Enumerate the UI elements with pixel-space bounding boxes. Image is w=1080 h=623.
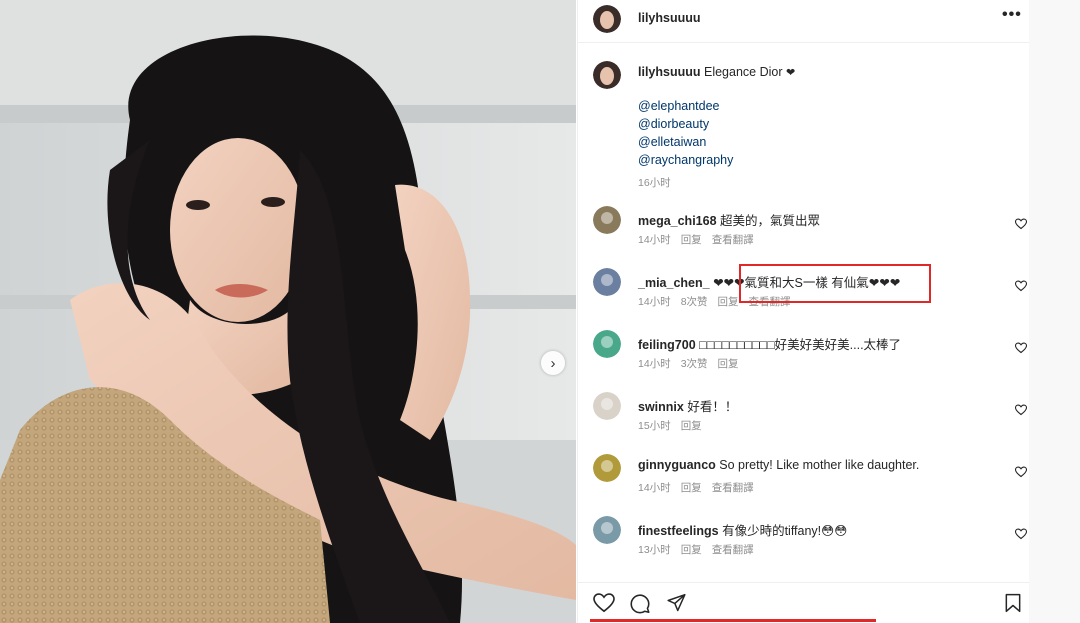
comment-meta: 14小时 回复 查看翻譯 [638, 232, 764, 247]
commenter-username[interactable]: _mia_chen_ [638, 276, 710, 290]
comment-item: ginnyguanco So pretty! Like mother like … [578, 454, 1029, 512]
post-panel: lilyhsuuuu ••• lilyhsuuuu Elegance Dior … [577, 0, 1029, 623]
commenter-avatar[interactable] [593, 268, 621, 296]
comment-item: mega_chi168 超美的，氣質出眾 14小时 回复 查看翻譯 [578, 206, 1029, 264]
comment-meta: 14小时 回复 查看翻譯 [638, 480, 764, 495]
comment-text: ❤❤❤氣質和大S一樣 有仙氣❤❤❤ [713, 276, 901, 290]
mention-link[interactable]: @elletaiwan [638, 135, 706, 149]
reply-button[interactable]: 回复 [681, 420, 702, 432]
commenter-avatar[interactable] [593, 454, 621, 482]
bookmark-icon[interactable] [1004, 593, 1022, 613]
see-translation-link[interactable]: 查看翻譯 [712, 544, 754, 556]
comment-like-heart-icon[interactable] [1015, 528, 1027, 540]
caption-username[interactable]: lilyhsuuuu [638, 65, 701, 79]
comment-like-count[interactable]: 8次赞 [681, 296, 708, 308]
reply-button[interactable]: 回复 [681, 482, 702, 494]
post-header: lilyhsuuuu ••• [578, 0, 1029, 43]
comment-timestamp: 13小时 [638, 544, 671, 556]
commenter-avatar[interactable] [593, 330, 621, 358]
comment-body: _mia_chen_ ❤❤❤氣質和大S一樣 有仙氣❤❤❤ [638, 272, 900, 291]
comment-body: feiling700 □□□□□□□□□□好美好美好美....太棒了 [638, 334, 901, 353]
caption-heart: ❤ [785, 67, 796, 79]
comment-like-heart-icon[interactable] [1015, 342, 1027, 354]
comment-text: 超美的，氣質出眾 [720, 214, 821, 228]
commenter-username[interactable]: swinnix [638, 400, 684, 414]
caption-text: Elegance Dior [703, 65, 783, 79]
mention-link[interactable]: @elephantdee [638, 99, 720, 113]
chevron-right-icon: › [550, 354, 556, 372]
see-translation-link[interactable]: 查看翻譯 [749, 296, 791, 308]
comment-timestamp: 14小时 [638, 296, 671, 308]
paper-plane-icon[interactable] [666, 593, 687, 613]
comment-body: finestfeelings 有像少時的tiffany!😳😳 [638, 520, 847, 539]
comment-body: mega_chi168 超美的，氣質出眾 [638, 210, 820, 229]
author-avatar[interactable] [593, 5, 621, 33]
commenter-username[interactable]: mega_chi168 [638, 214, 717, 228]
reply-button[interactable]: 回复 [681, 544, 702, 556]
comment-body: swinnix 好看！！ [638, 396, 737, 415]
next-image-button[interactable]: › [541, 351, 565, 375]
caption-line: lilyhsuuuu Elegance Dior ❤ [638, 65, 795, 79]
heart-icon[interactable] [593, 593, 615, 613]
reply-button[interactable]: 回复 [718, 358, 739, 370]
comment-timestamp: 14小时 [638, 358, 671, 370]
comment-like-heart-icon[interactable] [1015, 466, 1027, 478]
post-photo: › [0, 0, 576, 623]
comment-item: finestfeelings 有像少時的tiffany!😳😳 13小时 回复 查看翻譯 [578, 516, 1029, 574]
commenter-avatar[interactable] [593, 392, 621, 420]
action-bar [578, 582, 1029, 623]
reply-button[interactable]: 回复 [681, 234, 702, 246]
comment-text: □□□□□□□□□□好美好美好美....太棒了 [699, 338, 902, 352]
commenter-avatar[interactable] [593, 206, 621, 234]
comment-meta: 14小时 3次赞 回复 [638, 356, 749, 371]
comment-like-count[interactable]: 3次赞 [681, 358, 708, 370]
more-dots-icon[interactable]: ••• [1002, 6, 1022, 24]
reply-button[interactable]: 回复 [718, 296, 739, 308]
comment-text: 有像少時的tiffany!😳😳 [722, 524, 848, 538]
comment-text: So pretty! Like mother like daughter. [719, 458, 920, 472]
commenter-username[interactable]: finestfeelings [638, 524, 719, 538]
comment-item: _mia_chen_ ❤❤❤氣質和大S一樣 有仙氣❤❤❤ 14小时 8次赞 回复 查看翻… [578, 268, 1029, 326]
portrait-image [0, 0, 576, 623]
comment-timestamp: 15小时 [638, 420, 671, 432]
comment-timestamp: 14小时 [638, 482, 671, 494]
comment-bubble-icon[interactable] [629, 593, 651, 614]
comment-body: ginnyguanco So pretty! Like mother like … [638, 458, 919, 472]
see-translation-link[interactable]: 查看翻譯 [712, 482, 754, 494]
caption-avatar[interactable] [593, 61, 621, 89]
comment-like-heart-icon[interactable] [1015, 218, 1027, 230]
comment-meta: 15小时 回复 [638, 418, 712, 433]
comment-item: feiling700 □□□□□□□□□□好美好美好美....太棒了 14小时 3次… [578, 330, 1029, 388]
comment-text: 好看！！ [687, 400, 738, 414]
caption-timestamp: 16小时 [638, 177, 671, 189]
comment-like-heart-icon[interactable] [1015, 404, 1027, 416]
comment-meta: 13小时 回复 查看翻譯 [638, 542, 764, 557]
author-username[interactable]: lilyhsuuuu [638, 11, 701, 25]
page-margin [1029, 0, 1080, 623]
comment-meta: 14小时 8次赞 回复 查看翻譯 [638, 294, 801, 309]
comment-like-heart-icon[interactable] [1015, 280, 1027, 292]
commenter-username[interactable]: ginnyguanco [638, 458, 716, 472]
comment-item: swinnix 好看！！ 15小时 回复 [578, 392, 1029, 450]
mention-link[interactable]: @diorbeauty [638, 117, 709, 131]
see-translation-link[interactable]: 查看翻譯 [712, 234, 754, 246]
mention-link[interactable]: @raychangraphy [638, 153, 733, 167]
comment-timestamp: 14小时 [638, 234, 671, 246]
commenter-username[interactable]: feiling700 [638, 338, 696, 352]
commenter-avatar[interactable] [593, 516, 621, 544]
highlight-underline [590, 619, 876, 622]
